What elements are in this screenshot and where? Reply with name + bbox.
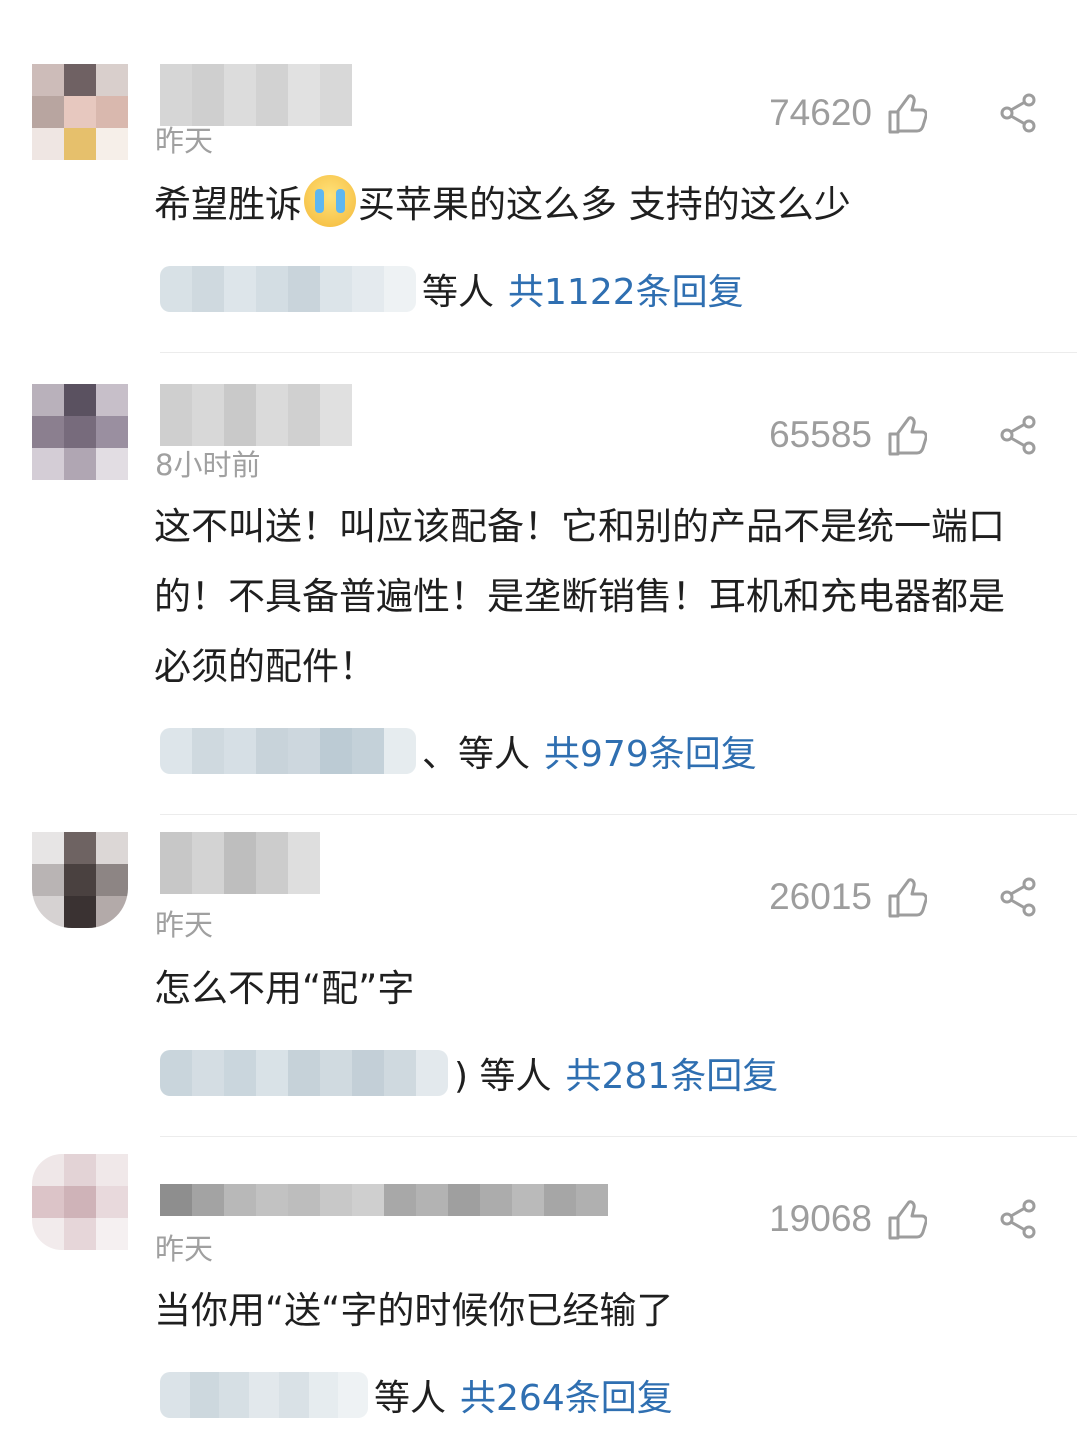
reply-summary[interactable]: 等人 共264条回复 — [160, 1362, 673, 1428]
reply-count-link[interactable]: 共979条回复 — [544, 725, 757, 777]
comment-text: 希望胜诉 买苹果的这么多 支持的这么少 — [154, 170, 1034, 240]
reply-count-link[interactable]: 共264条回复 — [460, 1369, 673, 1421]
reply-count-link[interactable]: 共281条回复 — [566, 1047, 779, 1099]
reply-usernames-blurred — [160, 266, 416, 312]
divider — [160, 814, 1077, 815]
comment-time: 8小时前 — [155, 448, 261, 482]
like-count: 26015 — [769, 876, 872, 917]
reply-users-suffix: 等人 — [374, 1378, 447, 1419]
comment-text: 怎么不用“配”字 — [154, 967, 415, 1010]
avatar[interactable] — [32, 64, 128, 160]
reply-summary[interactable]: ) 等人 共281条回复 — [160, 1040, 778, 1106]
share-icon[interactable] — [999, 93, 1037, 133]
username-blurred[interactable] — [160, 384, 352, 446]
like-count: 65585 — [769, 414, 872, 455]
comment-text: 当你用“送“字的时候你已经输了 — [154, 1289, 674, 1332]
reply-summary[interactable]: 、等人 共979条回复 — [160, 718, 757, 784]
avatar[interactable] — [32, 384, 128, 480]
reply-usernames-blurred — [160, 728, 416, 774]
like-count: 19068 — [769, 1198, 872, 1239]
reply-users-suffix: 、等人 — [422, 734, 531, 775]
comment-time: 昨天 — [155, 908, 214, 942]
username-blurred[interactable] — [160, 832, 320, 894]
reply-count-link[interactable]: 共1122条回复 — [508, 263, 744, 315]
thumb-up-icon[interactable] — [887, 93, 927, 135]
crying-face-emoji — [304, 175, 356, 227]
username-blurred[interactable] — [160, 1184, 608, 1216]
reply-users-suffix: ) 等人 — [454, 1056, 552, 1097]
reply-usernames-blurred — [160, 1050, 448, 1096]
comment-text: 这不叫送！叫应该配备！它和别的产品不是统一端口的！不具备普遍性！是垄断销售！耳机… — [154, 505, 1005, 688]
share-icon[interactable] — [999, 1199, 1037, 1239]
reply-usernames-blurred — [160, 1372, 368, 1418]
comment-text-part: 买苹果的这么多 支持的这么少 — [358, 183, 851, 226]
avatar[interactable] — [32, 1154, 128, 1250]
thumb-up-icon[interactable] — [887, 877, 927, 919]
comment-time: 昨天 — [155, 124, 214, 158]
comment-text-part: 希望胜诉 — [154, 183, 302, 226]
comment-time: 昨天 — [155, 1232, 214, 1266]
divider — [160, 1136, 1077, 1137]
avatar[interactable] — [32, 832, 128, 928]
thumb-up-icon[interactable] — [887, 415, 927, 457]
divider — [160, 352, 1077, 353]
share-icon[interactable] — [999, 415, 1037, 455]
like-count: 74620 — [769, 92, 872, 133]
share-icon[interactable] — [999, 877, 1037, 917]
username-blurred[interactable] — [160, 64, 352, 126]
reply-summary[interactable]: 等人 共1122条回复 — [160, 256, 744, 322]
reply-users-suffix: 等人 — [422, 272, 495, 313]
thumb-up-icon[interactable] — [887, 1199, 927, 1241]
